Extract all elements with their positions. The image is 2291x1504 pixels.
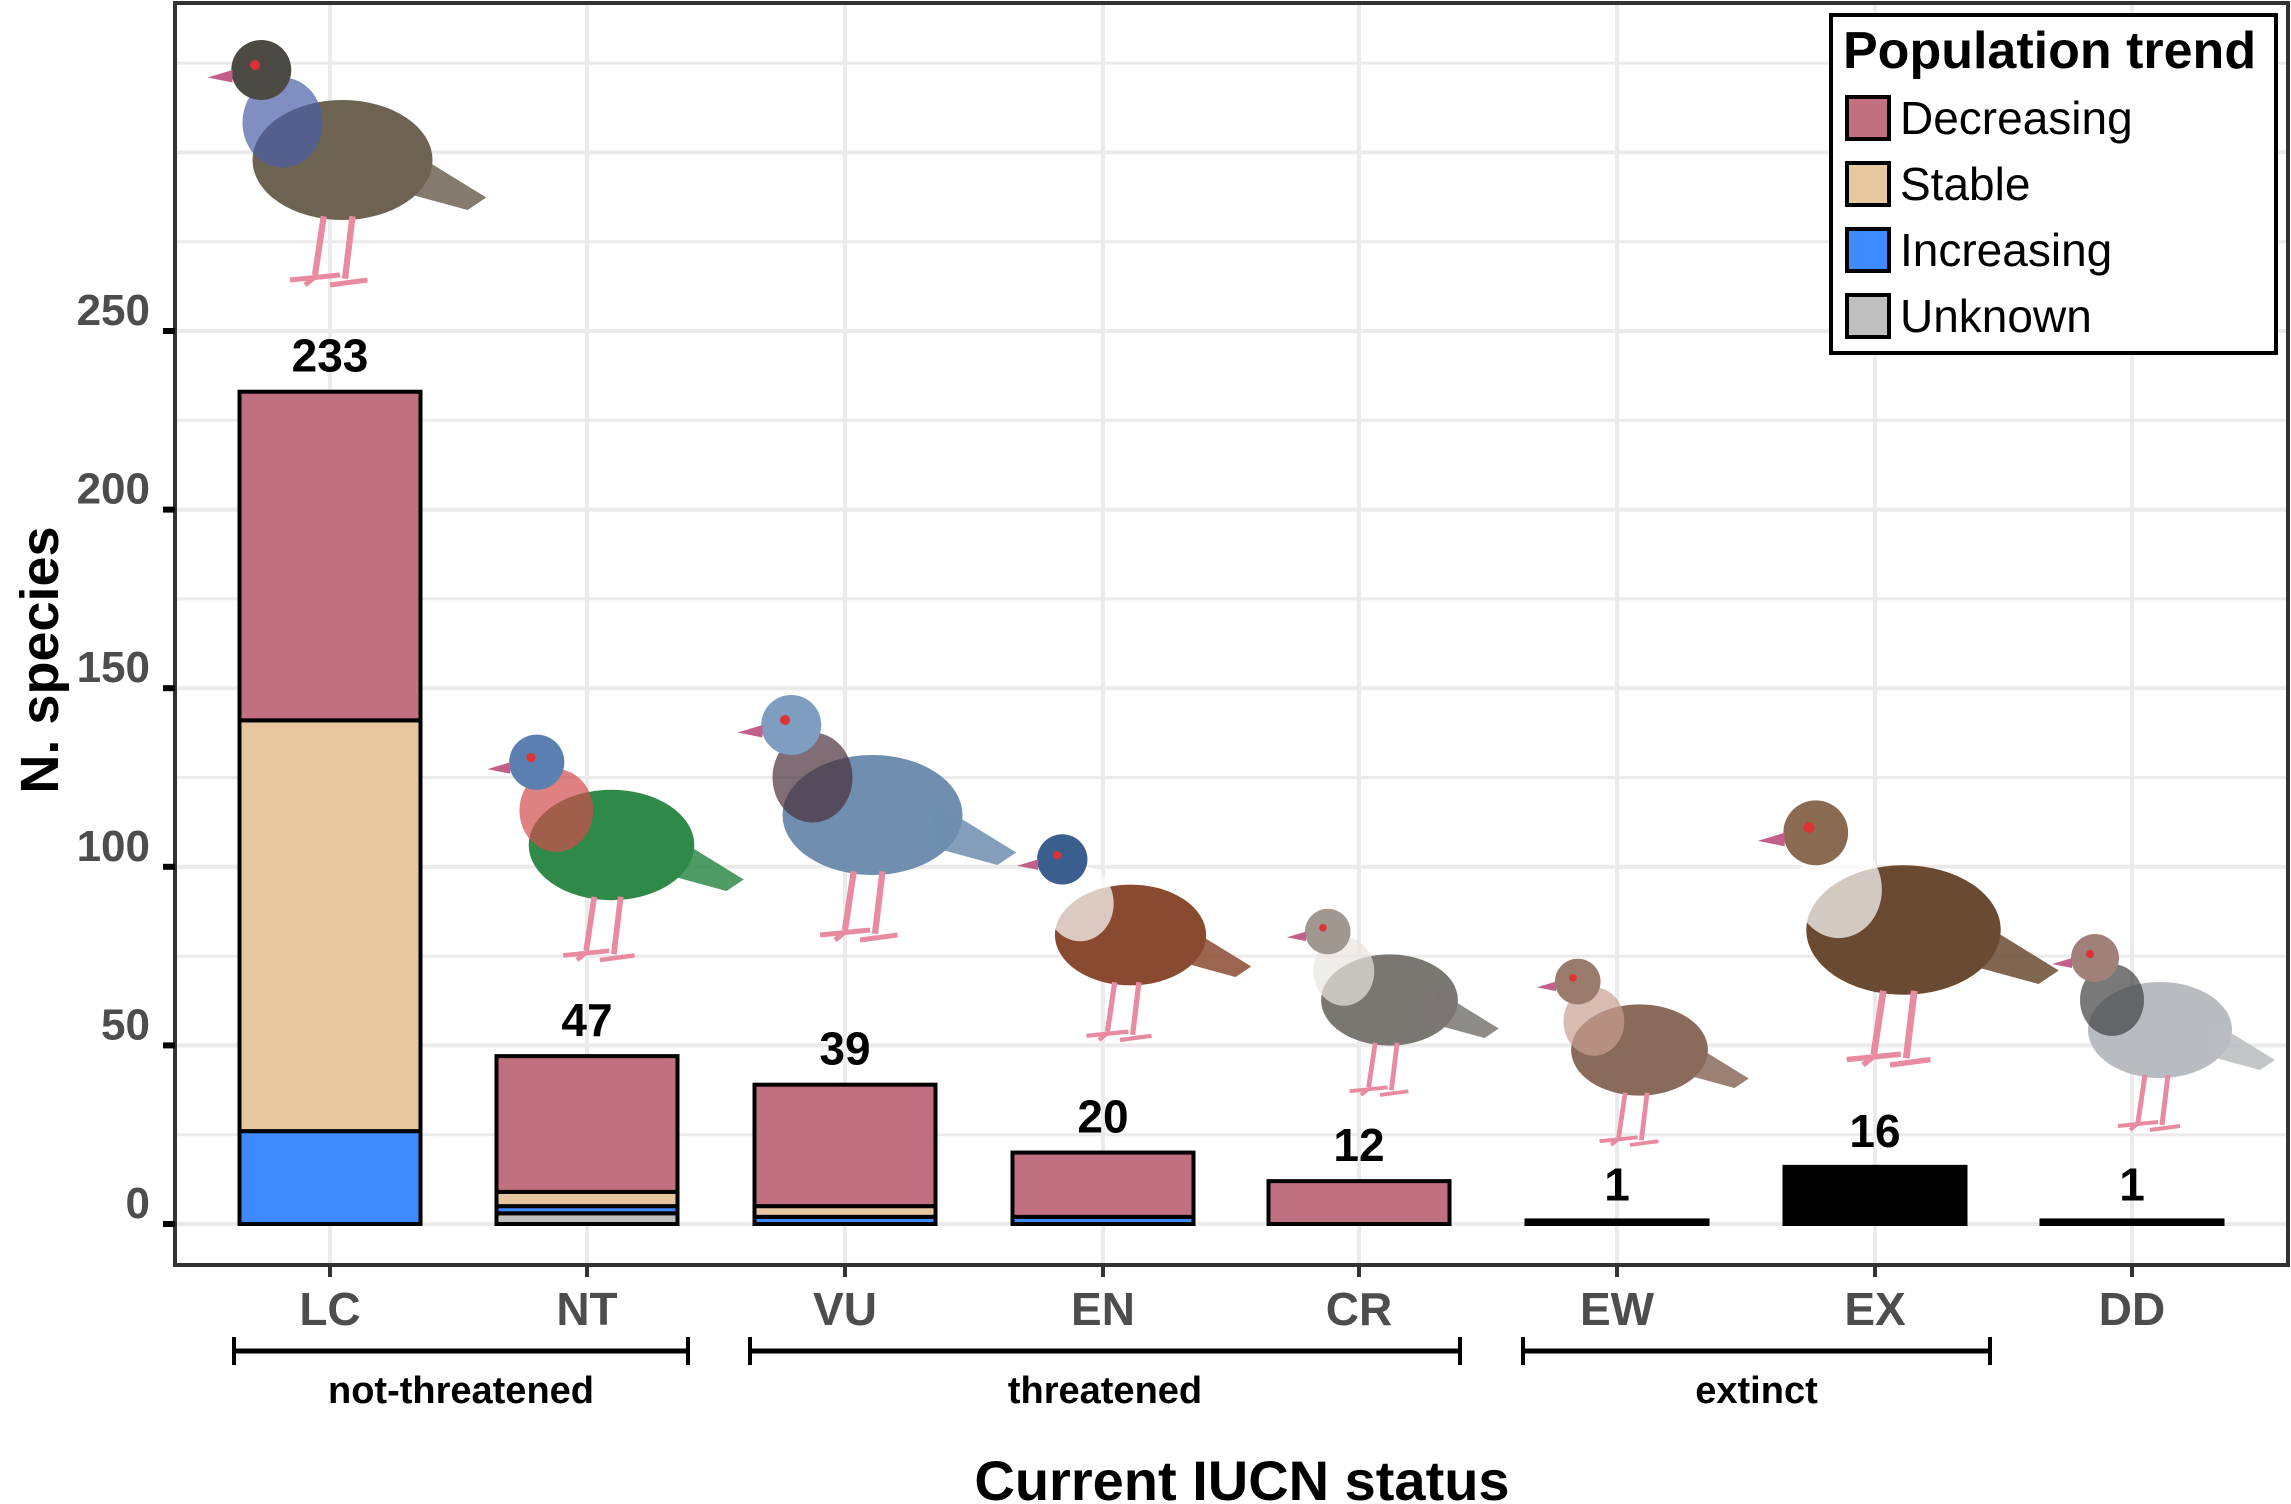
x-axis-title: Current IUCN status [974,1449,1509,1504]
total-label-en: 20 [1077,1091,1128,1143]
group-label: extinct [1695,1370,1818,1412]
legend-label: Increasing [1900,224,2112,276]
bar-segment-dd-stable [2039,1218,2225,1226]
bar-segment-nt-stable [494,1189,680,1209]
bar-dd [2039,1218,2225,1226]
legend-item-increasing: Increasing [1845,224,2112,276]
legend-label: Stable [1900,158,2030,210]
legend-swatch [1845,227,1891,273]
legend-swatch [1845,95,1891,141]
legend-label: Unknown [1900,290,2092,342]
y-axis: 0 50 100 150 200 250 [77,286,175,1228]
bird-icon-lc [207,40,487,288]
group-bracket-not-threatened: not-threatened [232,1337,690,1412]
bar-nt [494,1054,680,1227]
bar-segment-ew-extinct-no-trend- [1524,1218,1710,1226]
total-label-vu: 39 [819,1023,870,1075]
legend-item-decreasing: Decreasing [1845,92,2133,144]
bar-lc [237,389,423,1227]
y-axis-title: N. species [10,526,70,793]
bird-icon-nt [487,734,744,963]
legend: Population trend Decreasing Stable Increas… [1829,13,2278,355]
group-brackets: not-threatened threatened extinct [232,1337,1992,1412]
bar-ex [1782,1164,1968,1227]
bar-segment-lc-increasing [237,1129,423,1227]
x-tick-label-dd: DD [2099,1283,2165,1335]
bird-icon-vu [737,695,1017,943]
bar-vu [752,1082,938,1226]
legend-item-unknown: Unknown [1845,290,2092,342]
legend-label: Decreasing [1900,92,2133,144]
bar-segment-ex-extinct-no-trend- [1782,1164,1968,1227]
bar-ew [1524,1218,1710,1226]
total-label-nt: 47 [561,994,612,1046]
y-tick-label: 0 [126,1179,150,1228]
y-tick-label: 100 [77,822,150,871]
y-tick-label: 50 [101,1000,150,1049]
bar-segment-nt-decreasing [494,1054,680,1194]
bar-segment-en-decreasing [1010,1150,1196,1219]
x-axis: LC NT VU EN CR EW EX DD [299,1265,2165,1335]
legend-item-stable: Stable [1845,158,2030,210]
total-label-ex: 16 [1849,1105,1900,1157]
chart: 233 47 39 20 12 1 16 1 0 50 100 150 200 250 LC NT VU EN… [10,1,2290,1504]
x-tick-label-cr: CR [1326,1283,1392,1335]
legend-swatch [1845,161,1891,207]
bird-icon-ew [1536,958,1749,1147]
x-tick-label-vu: VU [813,1283,877,1335]
total-label-lc: 233 [292,330,369,382]
bar-en [1010,1150,1196,1226]
total-label-dd: 1 [2119,1158,2145,1210]
x-tick-label-lc: LC [299,1283,360,1335]
x-tick-label-nt: NT [556,1283,617,1335]
y-tick-label: 250 [77,286,150,335]
group-label: not-threatened [328,1370,594,1412]
total-label-ew: 1 [1604,1158,1630,1210]
bar-segment-lc-decreasing [237,389,423,723]
x-tick-label-ew: EW [1580,1283,1655,1335]
bird-icon-dd [2052,934,2275,1132]
bar-cr [1266,1179,1452,1226]
x-tick-label-en: EN [1071,1283,1135,1335]
x-tick-label-ex: EX [1844,1283,1906,1335]
y-tick-label: 200 [77,465,150,514]
y-tick-label: 150 [77,643,150,692]
legend-title: Population trend [1843,22,2256,80]
bird-icon-ex [1757,800,2059,1068]
bar-segment-vu-decreasing [752,1082,938,1209]
legend-swatch [1845,293,1891,339]
bar-segment-lc-stable [237,718,423,1134]
group-bracket-extinct: extinct [1521,1337,1992,1412]
group-bracket-threatened: threatened [748,1337,1462,1412]
total-label-cr: 12 [1333,1119,1384,1171]
bird-icon-cr [1286,908,1499,1097]
bar-segment-cr-decreasing [1266,1179,1452,1226]
group-label: threatened [1008,1370,1202,1412]
